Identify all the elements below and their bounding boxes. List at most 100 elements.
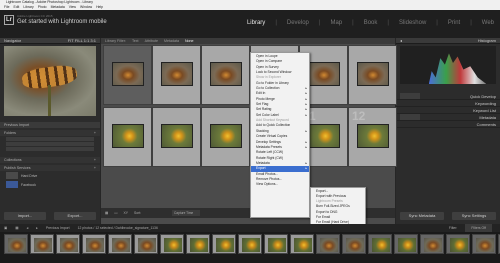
- compare-view-icon[interactable]: XY: [123, 208, 128, 218]
- context-menu-item-label: Open in Compare: [256, 59, 283, 64]
- service-hard-drive[interactable]: Hard Drive: [0, 171, 100, 180]
- grid-cell[interactable]: [152, 107, 201, 167]
- dragonfly-thumbnail: [112, 62, 144, 86]
- grid-view-icon[interactable]: ▦: [105, 208, 108, 218]
- filmstrip-thumbnail[interactable]: [394, 234, 418, 254]
- filmstrip-filter-dropdown[interactable]: Filters Off: [465, 224, 492, 232]
- folder-volume-2[interactable]: [6, 142, 94, 146]
- filmstrip-thumbnail[interactable]: [238, 234, 262, 254]
- quick-develop-preset[interactable]: [400, 93, 420, 99]
- filmstrip-thumbnail[interactable]: [420, 234, 444, 254]
- context-menu-item-label: Edit In: [256, 91, 266, 96]
- keywording-header[interactable]: Keywording: [396, 100, 500, 107]
- filter-attribute-tab[interactable]: Attribute: [145, 39, 158, 43]
- lightroom-logo: Lr: [4, 15, 14, 25]
- context-menu-item-label: Create Virtual Copies: [256, 134, 288, 139]
- grid-cell[interactable]: [103, 45, 152, 105]
- filmstrip-thumbnail[interactable]: [82, 234, 106, 254]
- metadata-header[interactable]: Metadata: [396, 114, 500, 121]
- context-menu-item-label: Add Shortcut Keyword: [256, 118, 289, 123]
- comments-label: Comments: [476, 122, 496, 127]
- collections-header[interactable]: Collections +: [0, 157, 100, 163]
- module-slideshow[interactable]: Slideshow: [397, 20, 428, 26]
- metadata-preset[interactable]: [400, 114, 420, 120]
- filmstrip-grid-icon[interactable]: ▦: [15, 224, 18, 232]
- context-menu-item-label: Develop Settings: [256, 139, 281, 144]
- module-separator: |: [387, 20, 389, 26]
- comments-header[interactable]: Comments: [396, 121, 500, 128]
- filter-metadata-tab[interactable]: Metadata: [164, 39, 179, 43]
- grid-cell[interactable]: [201, 45, 250, 105]
- quick-develop-header[interactable]: Quick Develop: [396, 93, 500, 100]
- add-folder-icon[interactable]: +: [94, 130, 96, 136]
- context-menu-item-label: Lock to Second Window: [256, 70, 292, 75]
- context-menu-item-label: Export: [256, 166, 266, 171]
- grid-cell[interactable]: [103, 107, 152, 167]
- export-button[interactable]: Export...: [54, 212, 96, 220]
- filmstrip-thumbnail[interactable]: [108, 234, 132, 254]
- filmstrip-back-icon[interactable]: ◂: [26, 224, 28, 232]
- filmstrip-bar: ▣ ▦ ◂ ▸ Previous Import 12 photos / 12 s…: [0, 224, 500, 232]
- module-develop[interactable]: Develop: [285, 20, 311, 26]
- module-library[interactable]: Library: [245, 20, 267, 26]
- filmstrip-thumbnail[interactable]: [472, 234, 496, 254]
- filmstrip-thumbnail[interactable]: [30, 234, 54, 254]
- module-map[interactable]: Map: [328, 20, 344, 26]
- grid-cell[interactable]: 12: [348, 107, 397, 167]
- dragonfly-thumb-image: [8, 238, 26, 252]
- folder-volume-1[interactable]: [6, 137, 94, 141]
- add-service-icon[interactable]: +: [94, 165, 96, 171]
- filmstrip-thumbnail[interactable]: [186, 234, 210, 254]
- histogram-title: Histogram: [477, 38, 496, 43]
- module-separator: |: [470, 20, 472, 26]
- filmstrip-forward-icon[interactable]: ▸: [36, 224, 38, 232]
- sort-dropdown[interactable]: Capture Time: [172, 210, 200, 216]
- filmstrip-thumbnail[interactable]: [342, 234, 366, 254]
- navigator-header[interactable]: Navigator FIT FILL 1:1 3:1: [0, 38, 100, 44]
- sync-settings-button[interactable]: Sync Settings: [452, 212, 496, 220]
- filmstrip-thumbnail[interactable]: [290, 234, 314, 254]
- filmstrip-thumbnail[interactable]: [316, 234, 340, 254]
- filmstrip-thumbnail[interactable]: [446, 234, 470, 254]
- keyword-list-header[interactable]: Keyword List: [396, 107, 500, 114]
- module-book[interactable]: Book: [362, 20, 380, 26]
- library-filter-label: Library Filter:: [105, 39, 126, 43]
- filmstrip-thumbnail[interactable]: [4, 234, 28, 254]
- filter-text-tab[interactable]: Text: [132, 39, 139, 43]
- filmstrip-thumbnail[interactable]: [56, 234, 80, 254]
- sync-metadata-button[interactable]: Sync Metadata: [400, 212, 444, 220]
- left-panel-sections: Previous Import Folders + Collections + …: [0, 122, 100, 189]
- filmstrip-thumbnail[interactable]: [368, 234, 392, 254]
- module-print[interactable]: Print: [446, 20, 462, 26]
- service-facebook-label: Facebook: [21, 182, 36, 187]
- grid-cell[interactable]: [348, 45, 397, 105]
- add-collection-icon[interactable]: +: [94, 157, 96, 163]
- hard-drive-icon: [6, 172, 18, 179]
- context-menu-item-label: Photo Merge: [256, 96, 275, 101]
- context-menu-item[interactable]: View Options...: [251, 182, 309, 187]
- filmstrip-source[interactable]: Previous Import: [46, 224, 70, 232]
- context-menu-item-label: Go to Collection: [256, 86, 280, 91]
- navigator-zoom-options[interactable]: FIT FILL 1:1 3:1: [68, 38, 96, 43]
- import-button[interactable]: Import...: [4, 212, 46, 220]
- filmstrip-thumbnail[interactable]: [264, 234, 288, 254]
- filmstrip-thumbnail[interactable]: [160, 234, 184, 254]
- filmstrip-thumbnail[interactable]: [134, 234, 158, 254]
- folders-header[interactable]: Folders +: [0, 130, 100, 136]
- grid-cell[interactable]: [152, 45, 201, 105]
- identity-plate-title[interactable]: Get started with Lightroom mobile: [17, 19, 107, 25]
- catalog-previous-import[interactable]: Previous Import: [0, 122, 100, 128]
- filter-none-tab[interactable]: None: [185, 39, 194, 43]
- folder-volume-3[interactable]: [6, 147, 94, 151]
- module-separator: |: [352, 20, 354, 26]
- navigator-preview[interactable]: [4, 46, 96, 116]
- grid-cell[interactable]: [201, 107, 250, 167]
- flower-thumbnail: [357, 124, 389, 148]
- service-hard-drive-label: Hard Drive: [21, 173, 38, 178]
- filmstrip-thumbnail[interactable]: [212, 234, 236, 254]
- filmstrip-monitor-icon[interactable]: ▣: [4, 224, 7, 232]
- histogram-header[interactable]: ◂ Histogram: [396, 38, 500, 44]
- module-web[interactable]: Web: [480, 20, 496, 26]
- service-facebook[interactable]: Facebook: [0, 180, 100, 189]
- loupe-view-icon[interactable]: ▭: [114, 208, 117, 218]
